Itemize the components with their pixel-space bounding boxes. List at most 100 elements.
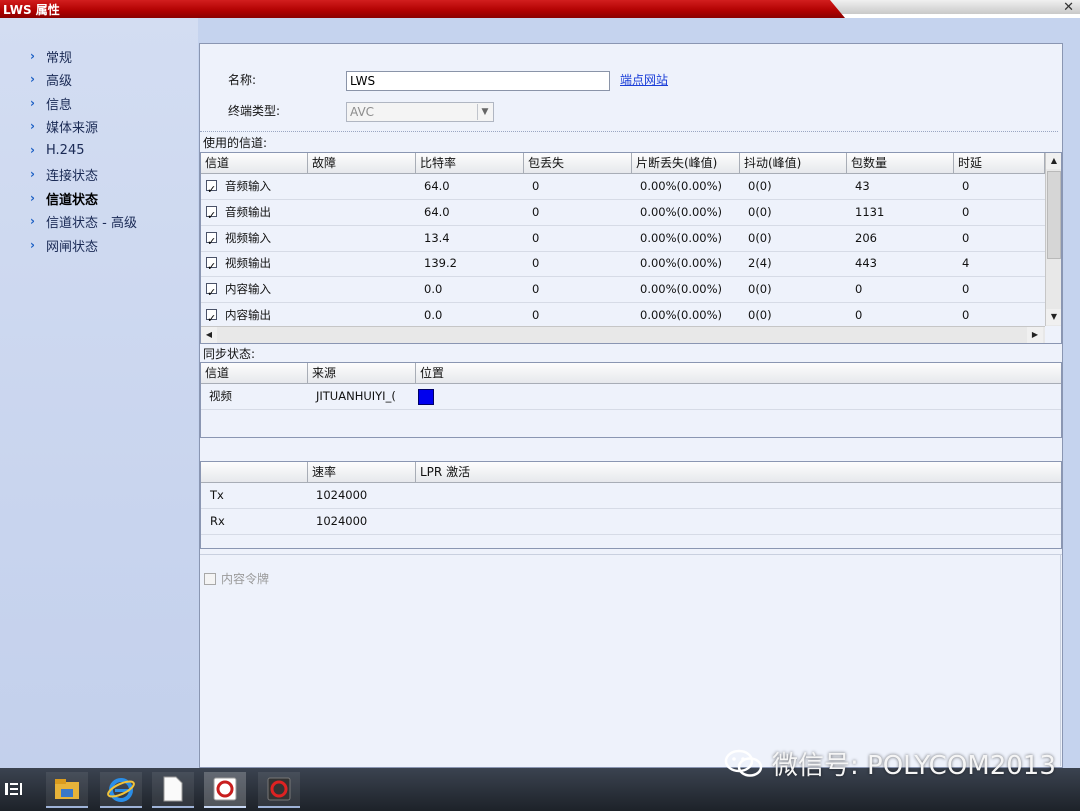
table-row[interactable]: 内容输入 0.0 0 0.00%(0.00%) 0(0) 0 0 — [201, 277, 1045, 305]
column-header[interactable]: 来源 — [308, 363, 416, 384]
scroll-up-icon[interactable]: ▲ — [1046, 153, 1061, 169]
sidebar-item[interactable]: › 信息 — [30, 93, 72, 113]
sidebar-item[interactable]: › 信道状态 - 高级 — [30, 211, 137, 231]
scroll-left-icon[interactable]: ◀ — [201, 327, 217, 343]
table-cell: 0 — [962, 230, 970, 245]
file-explorer-icon[interactable] — [46, 772, 88, 808]
sync-header: 信道 来源 位置 — [201, 363, 1061, 384]
sidebar-item[interactable]: › 连接状态 — [30, 164, 98, 184]
column-header[interactable]: 故障 — [308, 153, 416, 174]
table-cell: 0.00%(0.00%) — [640, 179, 723, 193]
sync-section-title: 同步状态: — [203, 347, 256, 361]
column-header[interactable]: 包丢失 — [524, 153, 632, 174]
divider — [1060, 554, 1061, 766]
channel-checkbox[interactable] — [206, 177, 217, 202]
channel-checkbox[interactable] — [206, 229, 217, 254]
chevron-right-icon: › — [30, 214, 35, 228]
table-row[interactable]: Tx 1024000 — [201, 483, 1061, 509]
polycom-app-icon-2[interactable] — [258, 772, 300, 808]
table-cell: 0.0 — [424, 282, 443, 297]
title-bar: LWS 属性 ✕ — [0, 0, 1080, 18]
column-header[interactable]: 速率 — [308, 462, 416, 483]
table-cell: 2(4) — [748, 256, 772, 271]
column-header[interactable]: 比特率 — [416, 153, 524, 174]
start-icon[interactable] — [4, 780, 26, 802]
table-cell: 0 — [532, 256, 540, 271]
table-row[interactable]: Rx 1024000 — [201, 509, 1061, 535]
table-cell: 0(0) — [748, 308, 772, 322]
column-header[interactable]: 时延 — [954, 153, 1045, 174]
scroll-down-icon[interactable]: ▼ — [1046, 309, 1061, 325]
channel-name: 音频输入 — [225, 179, 271, 193]
sidebar-item[interactable]: › 信道状态 — [30, 188, 98, 208]
channel-checkbox[interactable] — [206, 203, 217, 228]
position-indicator — [418, 388, 434, 405]
chevron-right-icon: › — [30, 49, 35, 63]
table-cell: 0(0) — [748, 282, 772, 297]
channel-name: 视频输出 — [225, 256, 271, 271]
table-row[interactable]: 视频输入 13.4 0 0.00%(0.00%) 0(0) 206 0 — [201, 226, 1045, 254]
table-cell: 0.00%(0.00%) — [640, 256, 723, 271]
table-cell: 0.00%(0.00%) — [640, 308, 723, 322]
column-header[interactable]: LPR 激活 — [416, 462, 1061, 483]
channel-name: 内容输入 — [225, 282, 271, 297]
sidebar-item[interactable]: › 媒体来源 — [30, 116, 98, 136]
channel-checkbox[interactable] — [206, 306, 217, 331]
table-cell: 0(0) — [748, 179, 772, 193]
sidebar-item[interactable]: › 常规 — [30, 46, 72, 66]
scroll-right-icon[interactable]: ▶ — [1027, 327, 1043, 343]
divider — [200, 131, 1058, 132]
terminal-type-select: AVC ▼ — [346, 102, 494, 122]
channels-header: 信道 故障 比特率 包丢失 片断丢失(峰值) 抖动(峰值) 包数量 时延 — [201, 153, 1045, 174]
chevron-right-icon: › — [30, 143, 35, 157]
internet-explorer-icon[interactable] — [100, 772, 142, 808]
polycom-app-icon[interactable] — [204, 772, 246, 808]
channels-vertical-scrollbar[interactable]: ▲ ▼ — [1045, 153, 1061, 326]
window-title: LWS 属性 — [3, 3, 60, 17]
table-row[interactable]: 视频输出 139.2 0 0.00%(0.00%) 2(4) 443 4 — [201, 251, 1045, 279]
sidebar-item-label: H.245 — [46, 142, 85, 158]
column-header[interactable]: 位置 — [416, 363, 1061, 384]
watermark-text: 微信号: POLYCOM2013 — [772, 751, 1056, 781]
channel-checkbox[interactable] — [206, 280, 217, 305]
sidebar-item[interactable]: › 高级 — [30, 69, 72, 89]
chevron-right-icon: › — [30, 119, 35, 133]
sidebar-item-label: 信道状态 — [46, 192, 99, 208]
name-input[interactable]: LWS — [346, 71, 610, 91]
terminal-type-value: AVC — [350, 105, 375, 119]
sidebar-item[interactable]: › 网闸状态 — [30, 235, 98, 255]
sidebar-item-label: 高级 — [46, 73, 73, 89]
close-icon[interactable]: ✕ — [1063, 0, 1074, 15]
main-panel: 名称: LWS 端点网站 终端类型: AVC ▼ 使用的信道: 信道 故障 比特率包… — [199, 43, 1063, 768]
chevron-right-icon: › — [30, 238, 35, 252]
table-cell: 0 — [855, 308, 863, 322]
table-row[interactable]: 音频输入 64.0 0 0.00%(0.00%) 0(0) 43 0 — [201, 174, 1045, 202]
table-cell: Rx — [210, 514, 225, 528]
sync-table: 信道 来源 位置 视频 JITUANHUIYI_( — [200, 362, 1062, 438]
column-header[interactable]: 包数量 — [847, 153, 954, 174]
channels-horizontal-scrollbar[interactable]: ◀ ▶ — [201, 326, 1045, 343]
column-header[interactable]: 信道 — [201, 153, 308, 174]
channel-checkbox[interactable] — [206, 254, 217, 279]
sidebar-item-label: 网闸状态 — [46, 239, 99, 255]
table-cell: 音频输入 — [206, 174, 271, 202]
table-row[interactable]: 视频 JITUANHUIYI_( — [201, 384, 1061, 410]
table-cell: 0.00%(0.00%) — [640, 230, 723, 245]
endpoint-website-link[interactable]: 端点网站 — [620, 71, 668, 88]
table-cell: 1131 — [855, 204, 885, 219]
table-cell: 视频 — [209, 389, 232, 403]
column-header[interactable]: 片断丢失(峰值) — [632, 153, 740, 174]
table-cell: 视频输出 — [206, 251, 271, 279]
scroll-thumb[interactable] — [1047, 171, 1061, 259]
channels-table: 信道故障比特率包丢失片断丢失(峰值)抖动(峰值)包数量时延 音频输入 64.0 0 0… — [200, 152, 1062, 344]
column-header[interactable]: 信道 — [201, 363, 308, 384]
column-header[interactable] — [201, 462, 308, 483]
sidebar-item[interactable]: › H.245 — [30, 140, 85, 160]
document-icon[interactable] — [152, 772, 194, 808]
table-row[interactable]: 音频输出 64.0 0 0.00%(0.00%) 0(0) 1131 0 — [201, 200, 1045, 228]
sidebar-item-label: 连接状态 — [46, 168, 99, 184]
column-header[interactable]: 抖动(峰值) — [740, 153, 847, 174]
name-label: 名称: — [228, 73, 257, 87]
table-cell: 0 — [962, 204, 970, 219]
content-token-checkbox[interactable]: 内容令牌 — [204, 570, 269, 587]
